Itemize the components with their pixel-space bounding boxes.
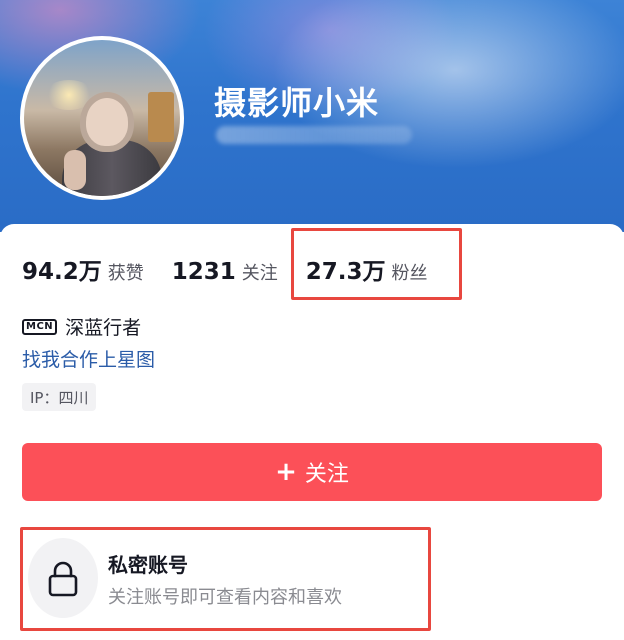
user-id-redacted: [216, 126, 412, 144]
private-account-title: 私密账号: [108, 553, 188, 577]
stat-likes-value: 94.2万: [22, 259, 102, 285]
mcn-name: 深蓝行者: [65, 317, 142, 339]
stat-following[interactable]: 1231 关注: [172, 259, 278, 285]
star-map-link[interactable]: 找我合作上星图: [22, 345, 155, 372]
stat-following-value: 1231: [171, 259, 236, 285]
private-account-description: 关注账号即可查看内容和喜欢: [108, 587, 342, 608]
lock-icon: [48, 561, 78, 597]
profile-username: 摄影师小米: [214, 84, 380, 122]
avatar-image: [24, 40, 180, 196]
stat-following-label: 关注: [241, 263, 278, 284]
stat-likes-label: 获赞: [107, 263, 144, 284]
mcn-badge-icon: MCN: [22, 318, 58, 335]
follow-button[interactable]: + 关注: [22, 443, 602, 501]
avatar[interactable]: [20, 36, 184, 200]
ip-location-tag: IP：四川: [22, 383, 97, 411]
stat-likes[interactable]: 94.2万 获赞: [22, 252, 144, 286]
followers-highlight-box: [291, 228, 462, 300]
plus-icon: +: [275, 457, 297, 487]
mcn-row[interactable]: MCN 深蓝行者: [22, 313, 141, 340]
follow-button-label: 关注: [304, 462, 349, 487]
